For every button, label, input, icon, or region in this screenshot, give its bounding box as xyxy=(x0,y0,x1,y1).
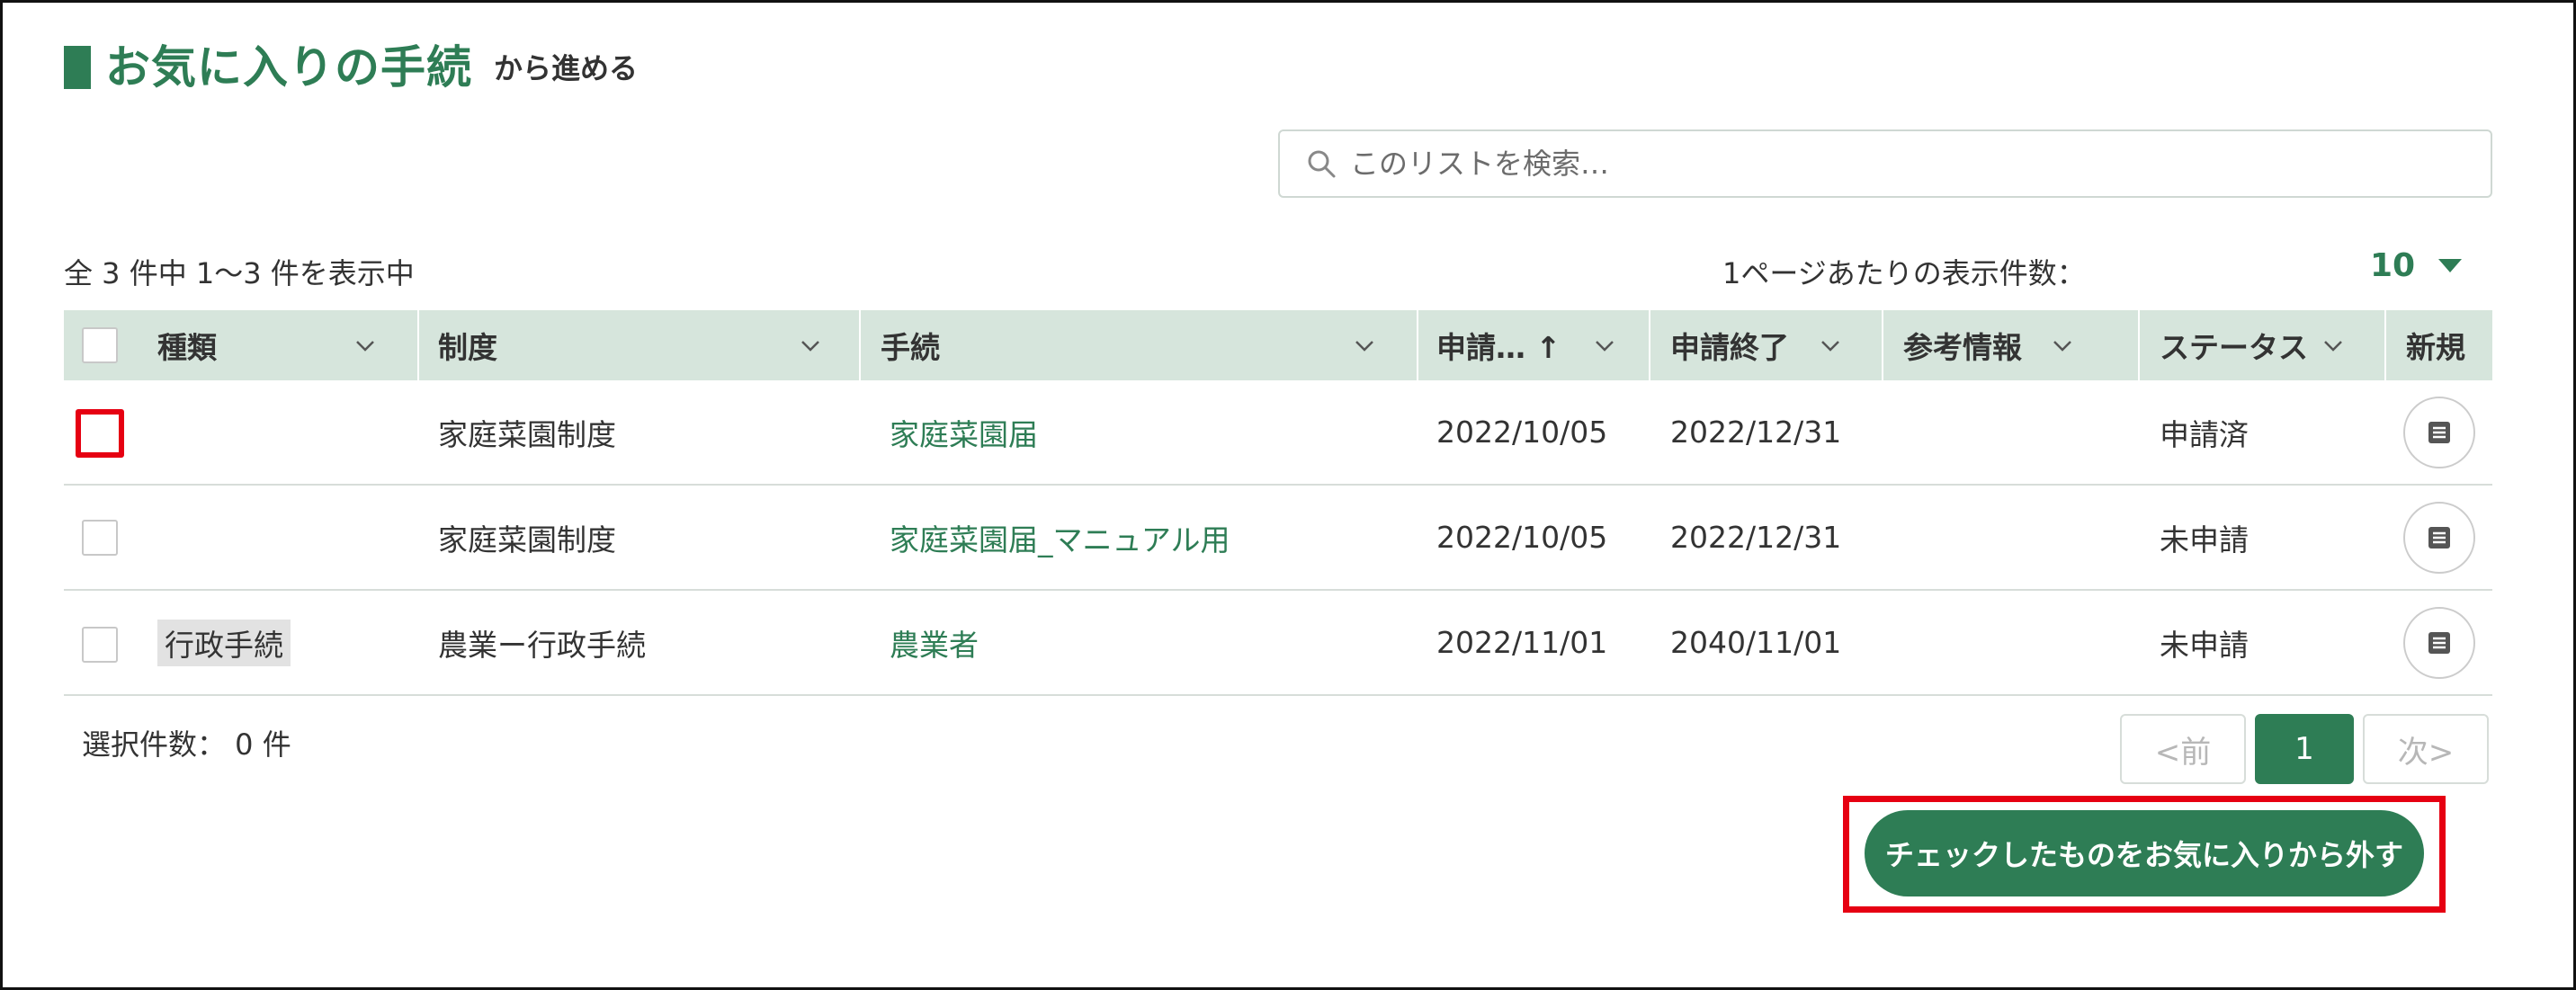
column-divider xyxy=(1882,310,1883,380)
row-checkbox[interactable] xyxy=(76,409,124,458)
select-all-checkbox[interactable] xyxy=(82,327,118,363)
chevron-down-icon[interactable] xyxy=(799,334,822,357)
column-divider xyxy=(1649,310,1650,380)
chevron-down-icon[interactable] xyxy=(353,334,377,357)
prev-page-button[interactable]: <前 xyxy=(2120,714,2246,784)
new-application-button[interactable] xyxy=(2403,607,2475,679)
page-title: お気に入りの手続 xyxy=(105,41,472,94)
page-frame: お気に入りの手続 から進める 全 3 件中 1～3 件を表示中 1ページあたりの… xyxy=(0,0,2576,990)
document-icon xyxy=(2428,422,2450,443)
column-header-label: 参考情報 xyxy=(1903,330,2022,365)
table-row: 家庭菜園制度 家庭菜園届_マニュアル用 2022/10/05 2022/12/3… xyxy=(64,486,2492,591)
column-header-status[interactable]: ステータス xyxy=(2160,310,2308,380)
column-header-label: 申請終了 xyxy=(1670,330,1789,365)
column-header-ref[interactable]: 参考情報 xyxy=(1903,310,2022,380)
favorites-table: 種類 制度 手続 申請… ↑ 申請終了 参考情報 ステータス 新規 家庭菜園制度… xyxy=(64,310,2492,696)
cell-end-date: 2040/11/01 xyxy=(1670,625,1842,660)
table-row: 行政手続 農業ー行政手続 農業者 2022/11/01 2040/11/01 未… xyxy=(64,591,2492,696)
table-header: 種類 制度 手続 申請… ↑ 申請終了 参考情報 ステータス 新規 xyxy=(64,310,2492,380)
column-header-system[interactable]: 制度 xyxy=(438,310,497,380)
chevron-down-icon[interactable] xyxy=(2051,334,2074,357)
title-marker xyxy=(64,46,91,89)
column-header-end[interactable]: 申請終了 xyxy=(1670,310,1789,380)
procedure-link[interactable]: 農業者 xyxy=(890,591,979,694)
new-application-button[interactable] xyxy=(2403,502,2475,574)
selected-count: 選択件数： 0 件 xyxy=(82,727,291,762)
chevron-down-icon[interactable] xyxy=(1819,334,1842,357)
cell-status: 未申請 xyxy=(2160,522,2249,557)
column-header-label: 申請… ↑ xyxy=(1436,330,1561,365)
column-header-procedure[interactable]: 手続 xyxy=(881,310,940,380)
column-header-label: 手続 xyxy=(881,330,940,365)
cell-end-date: 2022/12/31 xyxy=(1670,520,1842,555)
column-header-new: 新規 xyxy=(2406,310,2465,380)
search-input[interactable] xyxy=(1350,147,2429,181)
search-box[interactable] xyxy=(1278,129,2492,198)
remove-button-highlight: チェックしたものをお気に入りから外す xyxy=(1843,796,2446,913)
cell-system: 家庭菜園制度 xyxy=(438,416,616,452)
cell-start-date: 2022/11/01 xyxy=(1436,625,1608,660)
cell-system: 農業ー行政手続 xyxy=(438,627,646,663)
caret-down-icon xyxy=(2438,259,2463,272)
remove-from-favorites-button[interactable]: チェックしたものをお気に入りから外す xyxy=(1865,810,2424,896)
cell-start-date: 2022/10/05 xyxy=(1436,415,1608,450)
cell-status: 申請済 xyxy=(2160,416,2249,452)
column-header-label: 新規 xyxy=(2406,330,2465,365)
table-row: 家庭菜園制度 家庭菜園届 2022/10/05 2022/12/31 申請済 xyxy=(64,380,2492,486)
page-1-button[interactable]: 1 xyxy=(2255,714,2354,784)
column-header-label: ステータス xyxy=(2160,330,2308,365)
cell-system: 家庭菜園制度 xyxy=(438,522,616,557)
column-divider xyxy=(2138,310,2140,380)
next-page-button[interactable]: 次> xyxy=(2363,714,2489,784)
column-divider xyxy=(1417,310,1418,380)
column-header-label: 種類 xyxy=(157,330,217,365)
procedure-link[interactable]: 家庭菜園届_マニュアル用 xyxy=(890,486,1230,589)
document-icon xyxy=(2428,527,2450,549)
new-application-button[interactable] xyxy=(2403,397,2475,468)
page-header: お気に入りの手続 から進める xyxy=(64,40,638,94)
per-page-label: 1ページあたりの表示件数： xyxy=(1722,256,2086,290)
procedure-link[interactable]: 家庭菜園届 xyxy=(890,380,1038,484)
cell-type: 行政手続 xyxy=(157,591,291,694)
column-divider xyxy=(2384,310,2386,380)
row-checkbox[interactable] xyxy=(82,627,118,663)
per-page-select[interactable]: 10 xyxy=(2370,247,2463,284)
result-count: 全 3 件中 1～3 件を表示中 xyxy=(64,256,415,290)
search-icon xyxy=(1305,147,1337,180)
column-header-start[interactable]: 申請… ↑ xyxy=(1436,310,1561,380)
type-tag: 行政手続 xyxy=(157,619,291,666)
row-checkbox[interactable] xyxy=(82,520,118,556)
page-subtitle: から進める xyxy=(494,51,639,85)
cell-end-date: 2022/12/31 xyxy=(1670,415,1842,450)
chevron-down-icon[interactable] xyxy=(1353,334,1376,357)
column-divider xyxy=(417,310,419,380)
chevron-down-icon[interactable] xyxy=(1593,334,1616,357)
column-divider xyxy=(859,310,861,380)
per-page-value: 10 xyxy=(2370,247,2416,284)
cell-start-date: 2022/10/05 xyxy=(1436,520,1608,555)
cell-status: 未申請 xyxy=(2160,627,2249,663)
column-header-type[interactable]: 種類 xyxy=(157,310,217,380)
document-icon xyxy=(2428,632,2450,654)
chevron-down-icon[interactable] xyxy=(2321,334,2345,357)
column-header-label: 制度 xyxy=(438,330,497,365)
